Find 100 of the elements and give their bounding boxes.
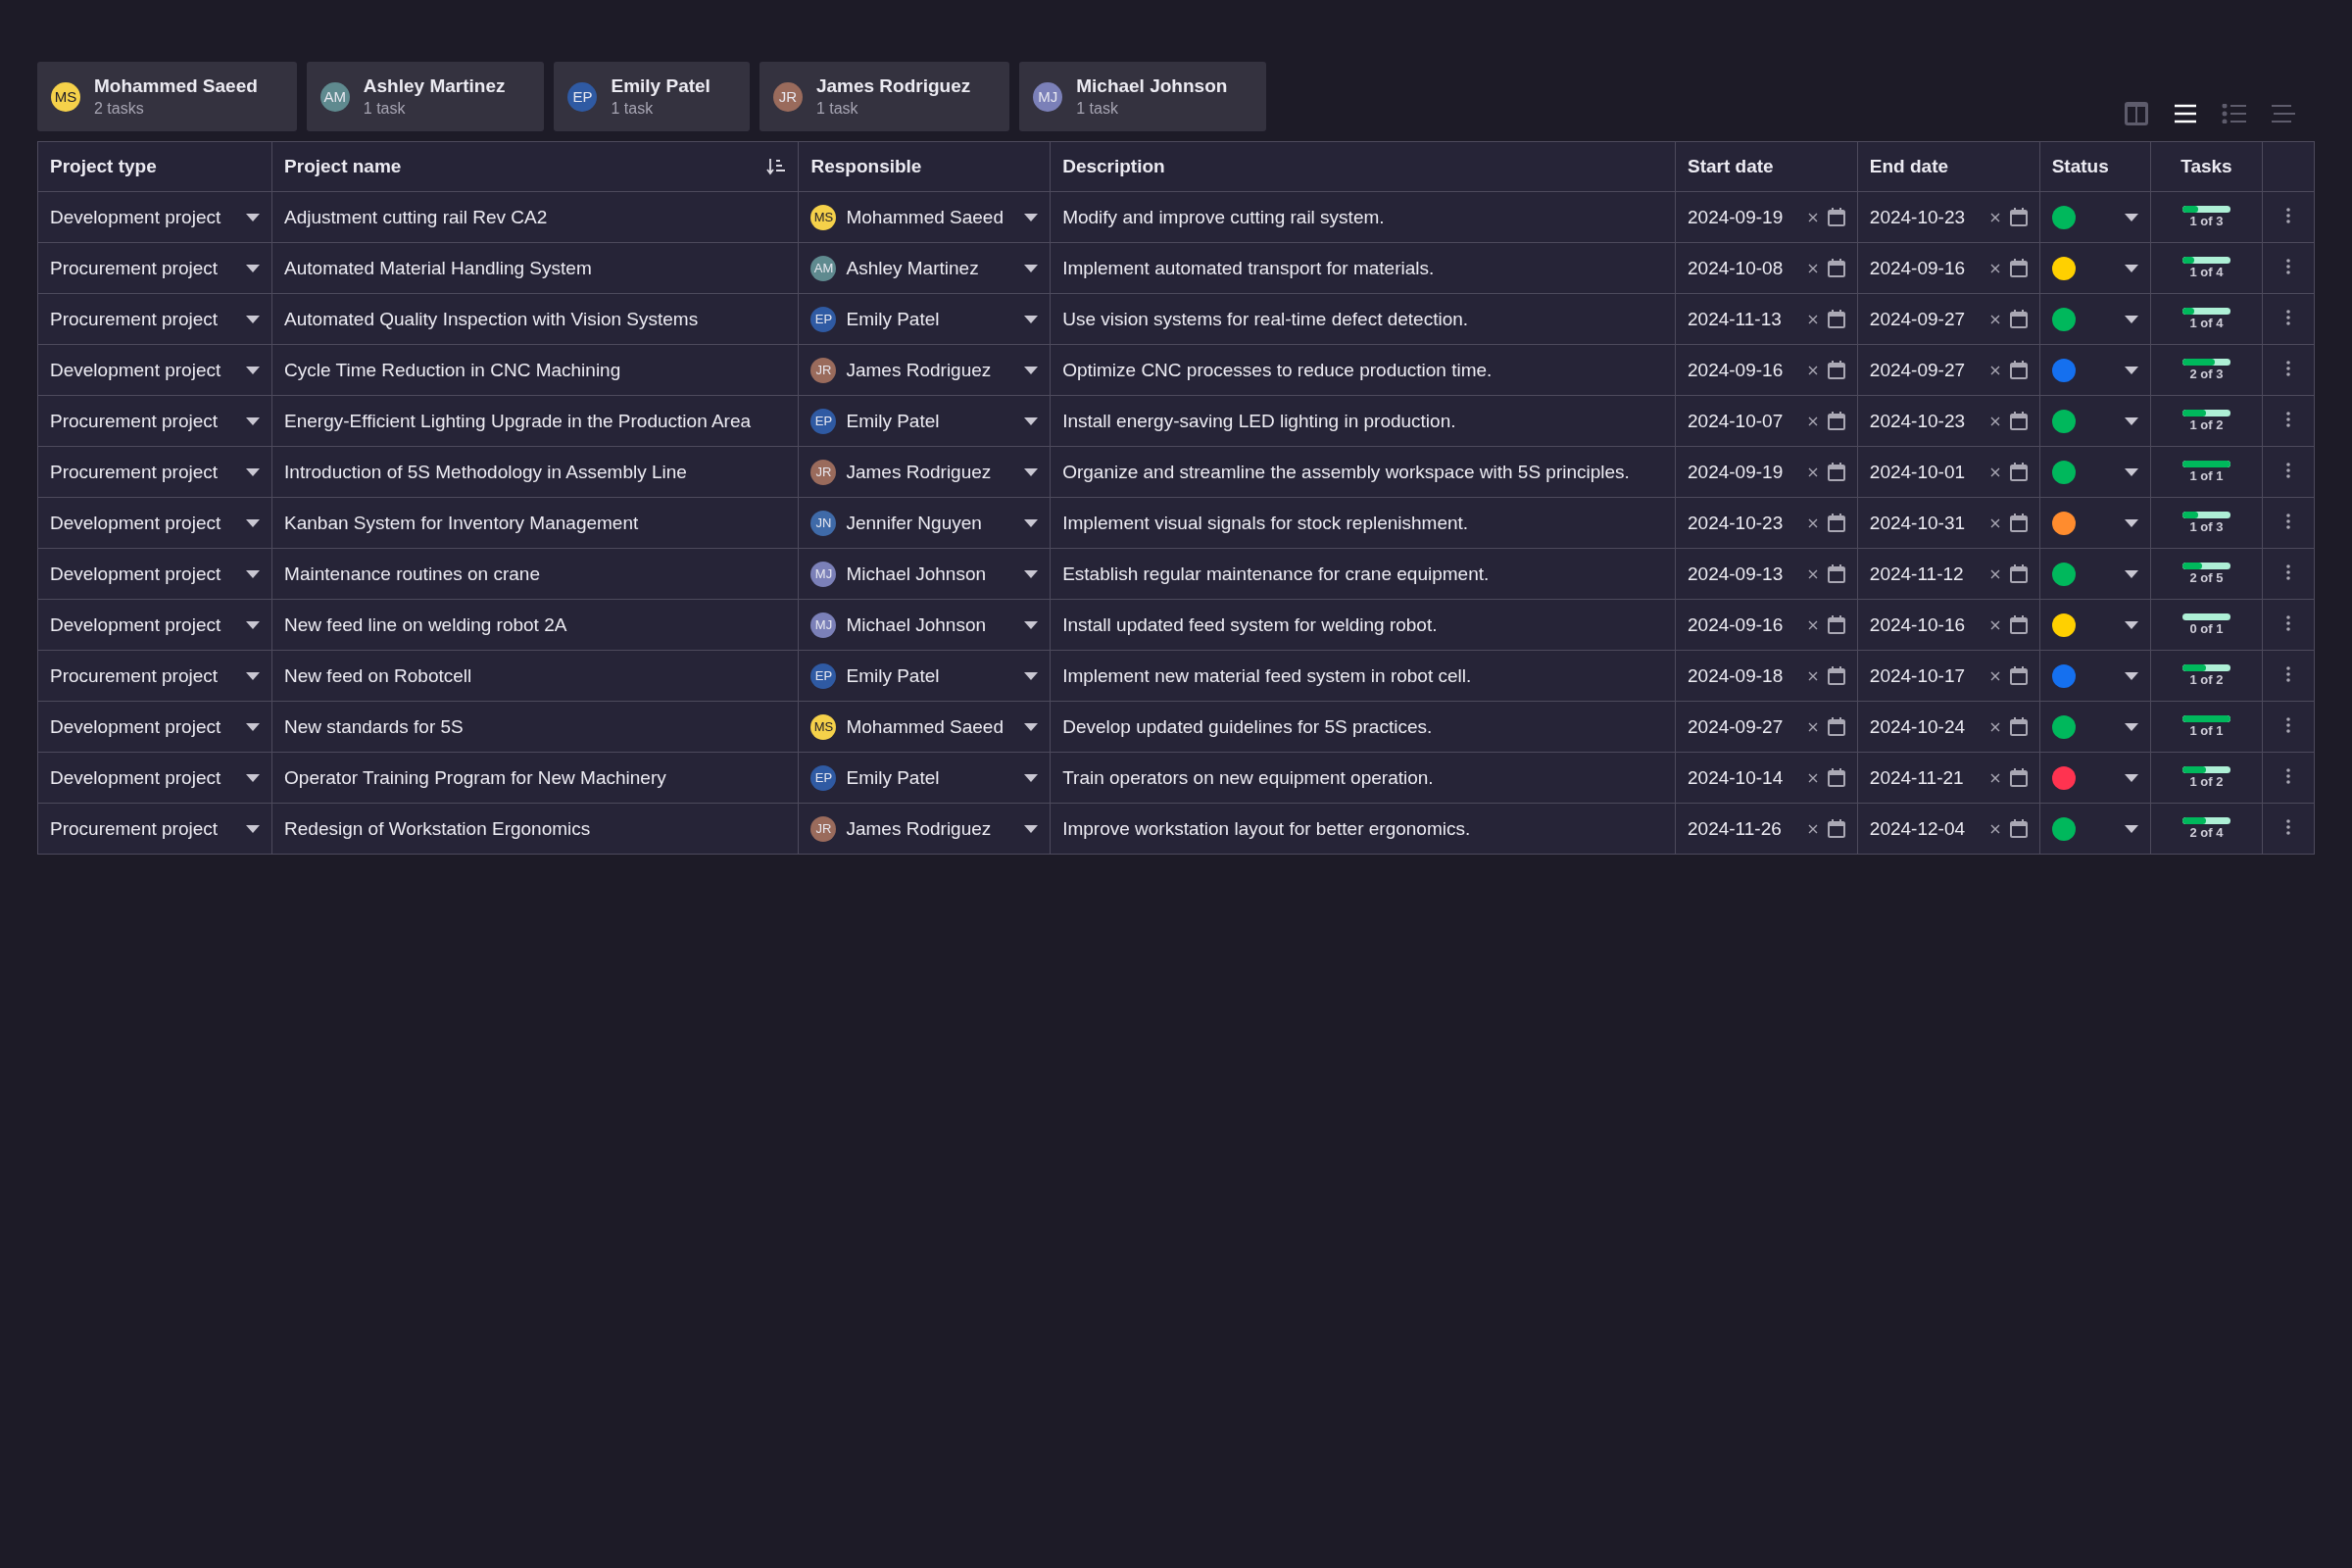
clear-icon[interactable] [1807, 416, 1818, 426]
calendar-icon[interactable] [1827, 564, 1845, 583]
caret-icon[interactable] [246, 315, 261, 323]
calendar-icon[interactable] [1827, 412, 1845, 430]
caret-icon[interactable] [246, 416, 261, 425]
caret-icon[interactable] [1024, 213, 1039, 221]
clear-icon[interactable] [1807, 263, 1818, 273]
status-dot[interactable] [2051, 307, 2076, 331]
calendar-icon[interactable] [1827, 514, 1845, 532]
calendar-icon[interactable] [2009, 361, 2028, 379]
more-options-icon[interactable] [2285, 258, 2290, 274]
caret-icon[interactable] [2125, 264, 2139, 272]
responsible-select[interactable]: Emily Patel [846, 664, 940, 687]
caret-icon[interactable] [246, 264, 261, 272]
caret-icon[interactable] [246, 671, 261, 680]
caret-icon[interactable] [246, 213, 261, 221]
more-options-icon[interactable] [2285, 360, 2290, 376]
clear-icon[interactable] [1807, 517, 1818, 528]
calendar-icon[interactable] [2009, 666, 2028, 685]
caret-icon[interactable] [2125, 773, 2139, 782]
responsible-select[interactable]: James Rodriguez [846, 461, 992, 483]
calendar-icon[interactable] [1827, 361, 1845, 379]
more-options-icon[interactable] [2285, 564, 2290, 580]
caret-icon[interactable] [2125, 213, 2139, 221]
clear-icon[interactable] [1989, 212, 2000, 222]
clear-icon[interactable] [1807, 466, 1818, 477]
caret-icon[interactable] [1024, 569, 1039, 578]
caret-icon[interactable] [2125, 620, 2139, 629]
calendar-icon[interactable] [2009, 768, 2028, 787]
calendar-icon[interactable] [2009, 259, 2028, 277]
caret-icon[interactable] [1024, 467, 1039, 476]
caret-icon[interactable] [2125, 824, 2139, 833]
caret-icon[interactable] [2125, 518, 2139, 527]
calendar-icon[interactable] [2009, 208, 2028, 226]
responsible-select[interactable]: Ashley Martinez [846, 257, 979, 279]
status-dot[interactable] [2051, 205, 2076, 229]
column-header[interactable]: Project type [50, 156, 157, 176]
responsible-select[interactable]: Emily Patel [846, 308, 940, 330]
responsible-select[interactable]: Mohammed Saeed [846, 715, 1004, 738]
caret-icon[interactable] [1024, 722, 1039, 731]
responsible-select[interactable]: Mohammed Saeed [846, 206, 1004, 228]
calendar-icon[interactable] [1827, 717, 1845, 736]
caret-icon[interactable] [246, 620, 261, 629]
calendar-icon[interactable] [2009, 564, 2028, 583]
status-dot[interactable] [2051, 612, 2076, 637]
clear-icon[interactable] [1989, 772, 2000, 783]
clear-icon[interactable] [1989, 670, 2000, 681]
caret-icon[interactable] [2125, 366, 2139, 374]
sort-icon[interactable] [766, 158, 787, 175]
clear-icon[interactable] [1989, 314, 2000, 324]
clear-icon[interactable] [1807, 823, 1818, 834]
more-options-icon[interactable] [2285, 614, 2290, 631]
more-options-icon[interactable] [2285, 207, 2290, 223]
status-dot[interactable] [2051, 256, 2076, 280]
clear-icon[interactable] [1989, 721, 2000, 732]
caret-icon[interactable] [246, 366, 261, 374]
responsible-select[interactable]: Emily Patel [846, 766, 940, 789]
caret-icon[interactable] [246, 518, 261, 527]
calendar-icon[interactable] [2009, 819, 2028, 838]
status-dot[interactable] [2051, 511, 2076, 535]
caret-icon[interactable] [2125, 416, 2139, 425]
caret-icon[interactable] [246, 773, 261, 782]
responsible-select[interactable]: Michael Johnson [846, 613, 987, 636]
calendar-icon[interactable] [1827, 208, 1845, 226]
column-header[interactable]: Description [1062, 156, 1165, 176]
column-header[interactable]: End date [1869, 156, 1949, 176]
clear-icon[interactable] [1989, 365, 2000, 375]
responsible-select[interactable]: Emily Patel [846, 410, 940, 432]
more-options-icon[interactable] [2285, 716, 2290, 733]
calendar-icon[interactable] [1827, 463, 1845, 481]
calendar-icon[interactable] [1827, 768, 1845, 787]
clear-icon[interactable] [1807, 619, 1818, 630]
caret-icon[interactable] [2125, 569, 2139, 578]
calendar-icon[interactable] [1827, 666, 1845, 685]
caret-icon[interactable] [2125, 315, 2139, 323]
calendar-icon[interactable] [1827, 819, 1845, 838]
caret-icon[interactable] [1024, 773, 1039, 782]
caret-icon[interactable] [1024, 416, 1039, 425]
status-dot[interactable] [2051, 816, 2076, 841]
clear-icon[interactable] [1989, 517, 2000, 528]
clear-icon[interactable] [1989, 416, 2000, 426]
clear-icon[interactable] [1989, 619, 2000, 630]
column-header[interactable]: Responsible [810, 156, 922, 176]
calendar-icon[interactable] [2009, 412, 2028, 430]
status-dot[interactable] [2051, 714, 2076, 739]
person-filter-chip[interactable]: JR James Rodriguez 1 task [759, 62, 1010, 131]
status-dot[interactable] [2051, 409, 2076, 433]
responsible-select[interactable]: James Rodriguez [846, 817, 992, 840]
more-options-icon[interactable] [2285, 411, 2290, 427]
more-options-icon[interactable] [2285, 767, 2290, 784]
clear-icon[interactable] [1807, 568, 1818, 579]
status-dot[interactable] [2051, 562, 2076, 586]
more-options-icon[interactable] [2285, 513, 2290, 529]
caret-icon[interactable] [246, 824, 261, 833]
view-toggle-button[interactable] [2123, 100, 2150, 127]
caret-icon[interactable] [1024, 671, 1039, 680]
caret-icon[interactable] [2125, 467, 2139, 476]
clear-icon[interactable] [1989, 568, 2000, 579]
clear-icon[interactable] [1807, 314, 1818, 324]
more-options-icon[interactable] [2285, 818, 2290, 835]
